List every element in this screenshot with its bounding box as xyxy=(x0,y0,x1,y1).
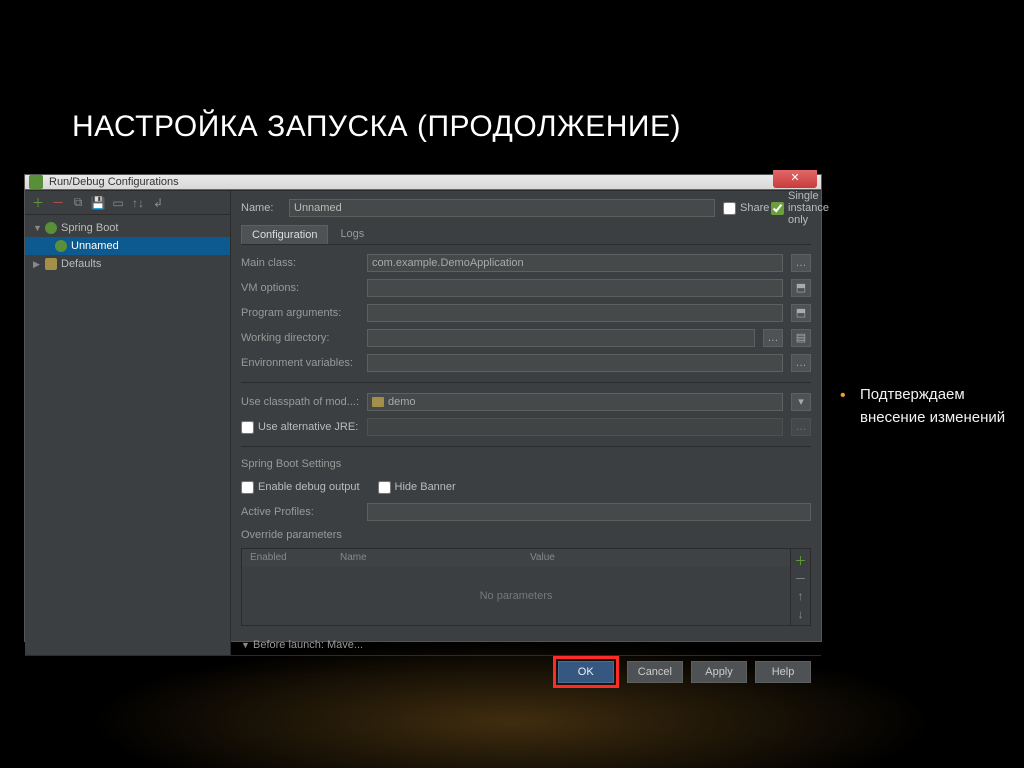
config-form: Main class: … VM options: ⬒ Program argu… xyxy=(241,245,811,655)
ok-button[interactable]: OK xyxy=(558,661,614,683)
remove-param-icon[interactable]: － xyxy=(794,571,808,585)
remove-config-icon[interactable]: － xyxy=(51,196,65,210)
share-label: Share xyxy=(740,202,769,214)
classpath-dropdown-button[interactable]: ▾ xyxy=(791,393,811,411)
name-input[interactable] xyxy=(289,199,715,217)
dialog-body: ＋ － ⧉ 💾 ▭ ↑↓ ↲ ▼ Spring Boot Unnamed xyxy=(25,190,821,655)
config-tree: ▼ Spring Boot Unnamed ▶ Defaults xyxy=(25,215,230,277)
name-label: Name: xyxy=(241,202,281,214)
apply-button[interactable]: Apply xyxy=(691,661,747,683)
slide-title: НАСТРОЙКА ЗАПУСКА (ПРОДОЛЖЕНИЕ) xyxy=(72,110,681,144)
move-param-up-icon[interactable]: ↑ xyxy=(794,589,808,603)
params-header: Enabled Name Value xyxy=(242,549,790,567)
help-button[interactable]: Help xyxy=(755,661,811,683)
expand-icon[interactable]: ▼ xyxy=(241,640,249,650)
module-icon xyxy=(372,397,384,407)
enable-debug-checkbox[interactable]: Enable debug output xyxy=(241,481,360,494)
expand-args-button[interactable]: ⬒ xyxy=(791,304,811,322)
working-dir-label: Working directory: xyxy=(241,332,359,344)
add-param-icon[interactable]: ＋ xyxy=(794,553,808,567)
active-profiles-input[interactable] xyxy=(367,503,811,521)
col-name: Name xyxy=(332,549,522,567)
single-instance-checkbox[interactable]: Single instance only xyxy=(771,190,811,226)
spring-settings-label: Spring Boot Settings xyxy=(241,458,811,470)
gear-icon xyxy=(45,258,57,270)
env-vars-label: Environment variables: xyxy=(241,357,359,369)
classpath-select[interactable]: demo xyxy=(367,393,783,411)
dialog-titlebar[interactable]: Run/Debug Configurations ✕ xyxy=(25,175,821,190)
enable-debug-label: Enable debug output xyxy=(258,481,360,493)
main-class-label: Main class: xyxy=(241,257,359,269)
hide-banner-label: Hide Banner xyxy=(395,481,456,493)
config-toolbar: ＋ － ⧉ 💾 ▭ ↑↓ ↲ xyxy=(25,191,230,215)
hide-banner-checkbox[interactable]: Hide Banner xyxy=(378,481,456,494)
env-vars-input[interactable] xyxy=(367,354,783,372)
expand-vm-button[interactable]: ⬒ xyxy=(791,279,811,297)
env-vars-button[interactable]: … xyxy=(791,354,811,372)
expand-icon[interactable]: ▶ xyxy=(33,259,41,270)
program-args-input[interactable] xyxy=(367,304,783,322)
copy-config-icon[interactable]: ⧉ xyxy=(71,196,85,210)
dir-list-button[interactable]: ▤ xyxy=(791,329,811,347)
working-dir-input[interactable] xyxy=(367,329,755,347)
right-pane: Name: Share Single instance only Configu… xyxy=(231,191,821,655)
tree-node-defaults[interactable]: ▶ Defaults xyxy=(25,255,230,273)
spring-icon xyxy=(45,222,57,234)
spring-icon xyxy=(55,240,67,252)
left-pane: ＋ － ⧉ 💾 ▭ ↑↓ ↲ ▼ Spring Boot Unnamed xyxy=(25,191,231,655)
ok-highlight-box: OK xyxy=(553,656,619,688)
dialog-title: Run/Debug Configurations xyxy=(49,176,773,188)
close-button[interactable]: ✕ xyxy=(773,170,817,188)
params-empty-text: No parameters xyxy=(242,567,790,625)
program-args-label: Program arguments: xyxy=(241,307,359,319)
override-params-box: Enabled Name Value No parameters ＋ － ↑ ↓ xyxy=(241,548,811,626)
alt-jre-label: Use alternative JRE: xyxy=(258,421,358,433)
col-enabled: Enabled xyxy=(242,549,332,567)
run-debug-dialog: Run/Debug Configurations ✕ ＋ － ⧉ 💾 ▭ ↑↓ … xyxy=(24,174,822,642)
add-config-icon[interactable]: ＋ xyxy=(31,196,45,210)
move-up-icon[interactable]: ↑↓ xyxy=(131,196,145,210)
alt-jre-checkbox[interactable]: Use alternative JRE: xyxy=(241,421,359,434)
move-param-down-icon[interactable]: ↓ xyxy=(794,607,808,621)
app-icon xyxy=(29,175,43,189)
vm-options-label: VM options: xyxy=(241,282,359,294)
alt-jre-browse-button: … xyxy=(791,418,811,436)
collapse-icon[interactable]: ↲ xyxy=(151,196,165,210)
classpath-label: Use classpath of mod...: xyxy=(241,396,359,408)
single-instance-label: Single instance only xyxy=(788,190,829,226)
tree-node-unnamed[interactable]: Unnamed xyxy=(25,237,230,255)
before-launch-label: Before launch: Mave... xyxy=(253,639,363,651)
browse-dir-button[interactable]: … xyxy=(763,329,783,347)
browse-main-class-button[interactable]: … xyxy=(791,254,811,272)
override-params-label: Override parameters xyxy=(241,529,811,541)
expand-icon[interactable]: ▼ xyxy=(33,223,41,233)
alt-jre-input xyxy=(367,418,783,436)
col-value: Value xyxy=(522,549,790,567)
dialog-footer: OK Cancel Apply Help xyxy=(25,655,821,688)
tab-logs[interactable]: Logs xyxy=(330,225,374,244)
tree-label: Unnamed xyxy=(71,240,119,252)
active-profiles-label: Active Profiles: xyxy=(241,506,359,518)
tabs: Configuration Logs xyxy=(241,225,811,245)
tree-label: Spring Boot xyxy=(61,222,118,234)
classpath-value: demo xyxy=(388,396,416,408)
tree-label: Defaults xyxy=(61,258,101,270)
params-side-toolbar: ＋ － ↑ ↓ xyxy=(790,549,810,625)
vm-options-input[interactable] xyxy=(367,279,783,297)
share-checkbox[interactable]: Share xyxy=(723,202,763,215)
cancel-button[interactable]: Cancel xyxy=(627,661,683,683)
name-row: Name: Share Single instance only xyxy=(241,197,811,219)
before-launch-section[interactable]: ▼ Before launch: Mave... xyxy=(241,639,811,651)
folder-icon[interactable]: ▭ xyxy=(111,196,125,210)
save-config-icon[interactable]: 💾 xyxy=(91,196,105,210)
tab-configuration[interactable]: Configuration xyxy=(241,225,328,244)
tree-node-spring-boot[interactable]: ▼ Spring Boot xyxy=(25,219,230,237)
slide-bullet: Подтверждаем внесение изменений xyxy=(860,384,1010,429)
main-class-input[interactable] xyxy=(367,254,783,272)
